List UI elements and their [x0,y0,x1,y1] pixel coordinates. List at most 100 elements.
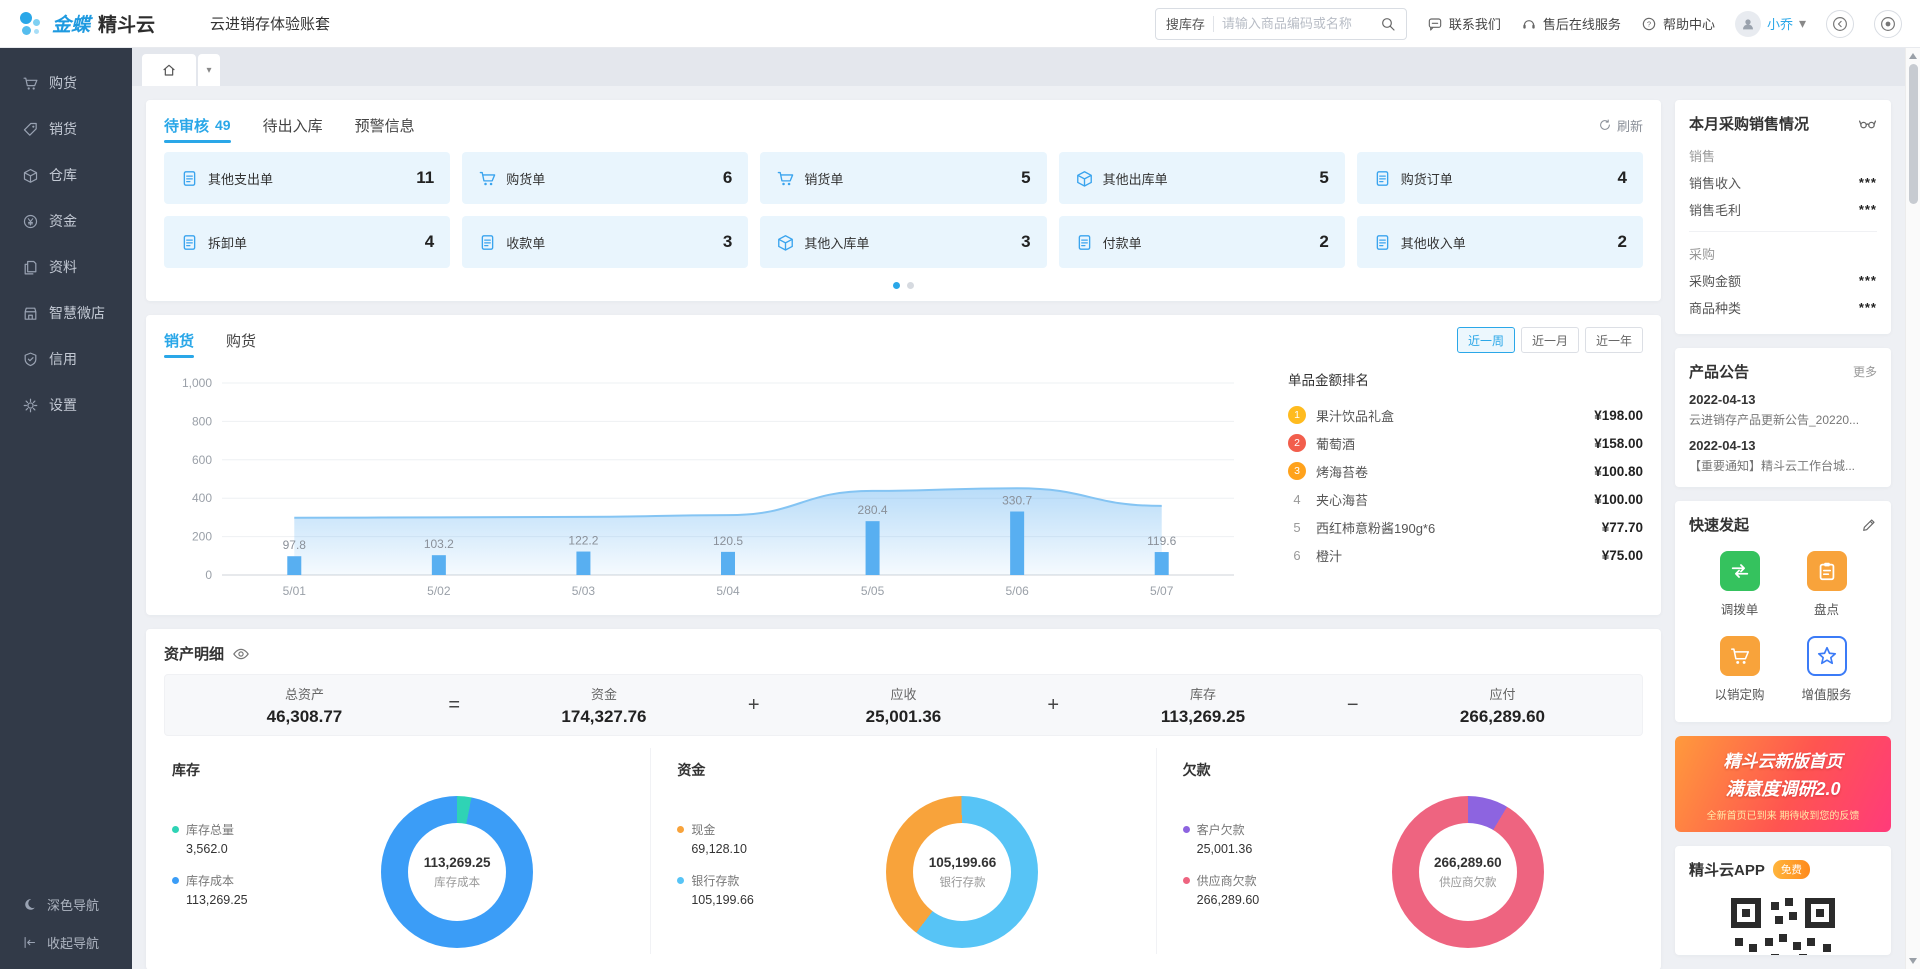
range-year-button[interactable]: 近一年 [1585,327,1643,353]
svg-text:1,000: 1,000 [182,376,212,390]
quick-action-stocktake[interactable]: 盘点 [1788,551,1865,618]
brand-logo[interactable]: 金蝶 精斗云 [18,10,168,37]
tab-home[interactable] [142,54,196,86]
range-month-button[interactable]: 近一月 [1521,327,1579,353]
receipt-doc-icon [478,233,497,252]
tab-sales[interactable]: 销货 [164,315,194,365]
after-sales-service-link[interactable]: 售后在线服务 [1521,14,1621,33]
legend-dot [172,826,179,833]
rank-row[interactable]: 6 橙汁 ¥75.00 [1288,541,1643,569]
glasses-icon[interactable] [1858,114,1877,133]
svg-text:280.4: 280.4 [858,503,888,517]
rank-row[interactable]: 3 烤海苔卷 ¥100.80 [1288,457,1643,485]
back-to-old-version-button[interactable] [1826,10,1854,38]
todo-tile-grid: 其他支出单 11 购货单 6 销货单 5 [146,150,1661,272]
ranking-title: 单品金额排名 [1288,369,1643,389]
todo-tile-sales-order[interactable]: 销货单 5 [760,152,1046,204]
quick-action-value-added[interactable]: 增值服务 [1788,636,1865,703]
total-assets-block: 总资产 46,308.77 [249,684,359,727]
headset-icon [1521,16,1537,32]
search-icon[interactable] [1380,16,1396,32]
sidebar-item-funds[interactable]: 资金 [0,198,132,244]
announcement-item[interactable]: 2022-04-13 【重要通知】精斗云工作台城... [1689,438,1877,474]
cart-icon [1729,645,1751,667]
search-category-selector[interactable]: 搜库存 [1166,14,1205,33]
todo-tile-other-expense[interactable]: 其他支出单 11 [164,152,450,204]
search-input[interactable] [1222,16,1380,31]
bronze-medal-icon: 3 [1288,462,1306,480]
rank-row[interactable]: 5 西红柿意粉酱190g*6 ¥77.70 [1288,513,1643,541]
page-dot-2[interactable] [907,282,914,289]
scrollbar-thumb[interactable] [1909,64,1918,204]
eye-icon[interactable] [232,645,250,663]
circle-target-icon [1879,15,1897,33]
dark-nav-toggle[interactable]: 深色导航 [0,885,132,923]
todo-tile-purchase-request[interactable]: 购货订单 4 [1357,152,1643,204]
sidebar-item-smart-store[interactable]: 智慧微店 [0,290,132,336]
plus-operator: + [1047,694,1059,717]
app-qr-code [1727,894,1839,955]
circle-arrow-icon [1831,15,1849,33]
topbar: 金蝶 精斗云 云进销存体验账套 搜库存 联系我们 售后在线服务 帮助中心 小乔 … [0,0,1920,48]
page-scrollbar[interactable] [1905,48,1920,969]
tab-pending-audit[interactable]: 待审核 49 [164,100,231,150]
sidebar-item-data[interactable]: 资料 [0,244,132,290]
rank-row[interactable]: 2 葡萄酒 ¥158.00 [1288,429,1643,457]
svg-text:122.2: 122.2 [568,534,598,548]
range-week-button[interactable]: 近一周 [1457,327,1515,353]
rank-row[interactable]: 4 夹心海苔 ¥100.00 [1288,485,1643,513]
gear-icon [22,397,39,414]
tab-pending-inout[interactable]: 待出入库 [263,100,323,150]
more-link[interactable]: 更多 [1853,363,1877,380]
quick-action-order-by-sales[interactable]: 以销定购 [1701,636,1778,703]
refresh-button[interactable]: 刷新 [1598,116,1643,135]
svg-text:0: 0 [205,568,212,582]
contact-us-link[interactable]: 联系我们 [1427,14,1501,33]
survey-banner[interactable]: 精斗云新版首页 满意度调研2.0 全新首页已到来 期待收到您的反馈 [1675,736,1891,832]
plus-operator: + [748,694,760,717]
user-menu[interactable]: 小乔 ▾ [1735,11,1806,37]
scroll-down-arrow[interactable] [1909,958,1917,964]
feedback-button[interactable] [1874,10,1902,38]
sidebar-item-settings[interactable]: 设置 [0,382,132,428]
todo-tile-purchase-order[interactable]: 购货单 6 [462,152,748,204]
todo-tile-other-inbound[interactable]: 其他入库单 3 [760,216,1046,268]
app-title: 精斗云APP [1689,859,1765,880]
todo-tile-payment[interactable]: 付款单 2 [1059,216,1345,268]
rank-number: 6 [1288,546,1306,564]
sidebar-item-credit[interactable]: 信用 [0,336,132,382]
legend-dot [677,826,684,833]
scroll-up-arrow[interactable] [1909,53,1917,59]
assets-summary-bar: 总资产 46,308.77 = 资金 174,327.76 + 应收 25,00… [164,674,1643,736]
quick-action-transfer[interactable]: 调拨单 [1701,551,1778,618]
svg-text:800: 800 [192,414,212,428]
tab-warning-info[interactable]: 预警信息 [355,100,415,150]
purchase-amount-row: 采购金额 *** [1689,267,1877,294]
rank-row[interactable]: 1 果汁饮品礼盒 ¥198.00 [1288,401,1643,429]
announcements-card: 产品公告 更多 2022-04-13 云进销存产品更新公告_20220... 2… [1675,348,1891,487]
income-doc-icon [1373,233,1392,252]
pencil-icon[interactable] [1861,517,1877,533]
stock-search-box[interactable]: 搜库存 [1155,8,1407,40]
svg-text:119.6: 119.6 [1147,534,1176,548]
announcement-item[interactable]: 2022-04-13 云进销存产品更新公告_20220... [1689,392,1877,428]
collapse-nav-button[interactable]: 收起导航 [0,923,132,961]
todo-tile-receipt[interactable]: 收款单 3 [462,216,748,268]
sidebar-item-sales[interactable]: 销货 [0,106,132,152]
assets-detail-card: 资产明细 总资产 46,308.77 = 资金 174,327.76 [146,629,1661,969]
sidebar-item-purchase[interactable]: 购货 [0,60,132,106]
page-dot-1[interactable] [893,282,900,289]
app-card: 精斗云APP 免费 [1675,846,1891,955]
tab-purchase[interactable]: 购货 [226,315,256,365]
assets-title: 资产明细 [164,643,224,664]
expense-doc-icon [180,169,199,188]
todo-tile-other-income[interactable]: 其他收入单 2 [1357,216,1643,268]
todo-tile-disassembly[interactable]: 拆卸单 4 [164,216,450,268]
product-types-row: 商品种类 *** [1689,294,1877,321]
todo-tile-other-outbound[interactable]: 其他出库单 5 [1059,152,1345,204]
order-doc-icon [1373,169,1392,188]
sidebar-item-warehouse[interactable]: 仓库 [0,152,132,198]
tab-dropdown-button[interactable]: ▾ [198,54,220,86]
legend-dot [677,877,684,884]
help-center-link[interactable]: 帮助中心 [1641,14,1715,33]
